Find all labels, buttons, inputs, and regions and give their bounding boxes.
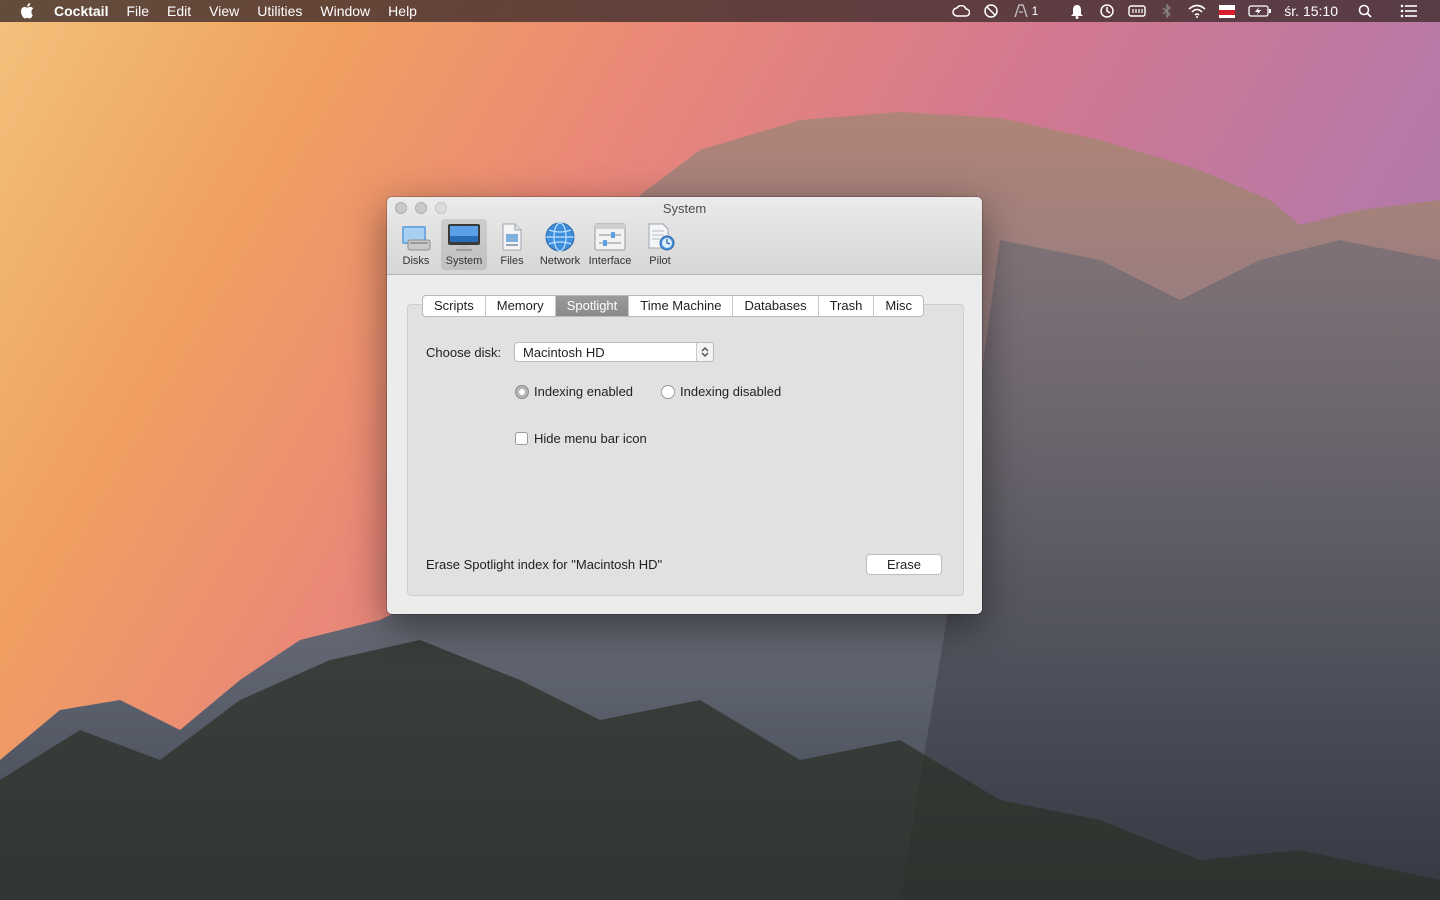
- tab-trash[interactable]: Trash: [819, 296, 875, 316]
- battery-icon[interactable]: [1248, 3, 1272, 19]
- system-icon: [447, 221, 481, 253]
- adobe-icon[interactable]: [1012, 3, 1030, 19]
- choose-disk-label: Choose disk:: [426, 345, 502, 360]
- disks-icon: [399, 221, 433, 253]
- network-icon: [543, 221, 577, 253]
- wifi-icon[interactable]: [1188, 3, 1206, 19]
- checkbox-box: [515, 432, 528, 445]
- status-area: 1 śr. 15:10: [951, 0, 1440, 22]
- tab-bar: Scripts Memory Spotlight Time Machine Da…: [422, 295, 925, 317]
- toolbar-system[interactable]: System: [441, 219, 487, 270]
- memory-icon[interactable]: [1128, 3, 1146, 19]
- radio-indexing-disabled-dot: [661, 384, 675, 399]
- creative-cloud-icon[interactable]: [951, 3, 970, 19]
- menu-file[interactable]: File: [126, 0, 149, 22]
- hide-menu-bar-icon-checkbox[interactable]: Hide menu bar icon: [515, 431, 647, 446]
- toolbar-disks-label: Disks: [402, 255, 430, 267]
- erase-spotlight-text: Erase Spotlight index for "Macintosh HD": [426, 557, 663, 572]
- input-source-flag-icon[interactable]: [1218, 3, 1236, 19]
- radio-indexing-disabled-label: Indexing disabled: [680, 384, 782, 399]
- menu-view[interactable]: View: [209, 0, 239, 22]
- pilot-icon: [643, 221, 677, 253]
- tab-spotlight[interactable]: Spotlight: [555, 296, 630, 316]
- tab-time-machine[interactable]: Time Machine: [629, 296, 734, 316]
- tab-misc[interactable]: Misc: [874, 296, 923, 316]
- disk-select[interactable]: Macintosh HD: [514, 342, 714, 362]
- time-machine-icon[interactable]: [1098, 3, 1116, 19]
- radio-indexing-enabled-label: Indexing enabled: [534, 384, 634, 399]
- menu-window[interactable]: Window: [320, 0, 370, 22]
- menu-app-name[interactable]: Cocktail: [54, 0, 108, 22]
- toolbar-disks[interactable]: Disks: [393, 219, 439, 270]
- toolbar-files[interactable]: Files: [489, 219, 535, 270]
- toolbar-system-label: System: [445, 255, 483, 267]
- window-titlebar[interactable]: System Disks System Files Network Interf…: [387, 197, 982, 275]
- toolbar-files-label: Files: [500, 255, 524, 267]
- toolbar-interface[interactable]: Interface: [585, 219, 635, 270]
- menubar-clock[interactable]: śr. 15:10: [1284, 3, 1338, 19]
- chevron-updown-icon: [696, 343, 713, 361]
- files-icon: [495, 221, 529, 253]
- status-badge-count: 1: [1031, 4, 1039, 18]
- menu-help[interactable]: Help: [388, 0, 417, 22]
- interface-icon: [593, 221, 627, 253]
- tab-scripts[interactable]: Scripts: [423, 296, 486, 316]
- tab-memory[interactable]: Memory: [486, 296, 556, 316]
- window-title: System: [662, 201, 707, 216]
- notification-bell-icon[interactable]: [1068, 3, 1086, 19]
- toolbar-interface-label: Interface: [588, 255, 632, 267]
- radio-indexing-disabled[interactable]: Indexing disabled: [661, 384, 781, 399]
- toolbar-pilot[interactable]: Pilot: [637, 219, 683, 270]
- hide-menu-bar-icon-label: Hide menu bar icon: [534, 431, 647, 446]
- menu-bar: Cocktail File Edit View Utilities Window…: [0, 0, 1440, 22]
- disk-select-value: Macintosh HD: [523, 345, 605, 360]
- preferences-toolbar: Disks System Files Network Interface Pil…: [393, 219, 685, 270]
- notification-center-icon[interactable]: [1400, 3, 1418, 19]
- tab-databases[interactable]: Databases: [733, 296, 819, 316]
- menu-utilities[interactable]: Utilities: [257, 0, 302, 22]
- do-not-disturb-icon[interactable]: [982, 3, 1000, 19]
- toolbar-pilot-label: Pilot: [649, 255, 671, 267]
- toolbar-network-label: Network: [539, 255, 581, 267]
- toolbar-network[interactable]: Network: [537, 219, 583, 270]
- apple-menu-icon[interactable]: [20, 3, 38, 19]
- radio-indexing-enabled[interactable]: Indexing enabled: [515, 384, 633, 399]
- menu-edit[interactable]: Edit: [167, 0, 191, 22]
- bluetooth-icon[interactable]: [1158, 3, 1176, 19]
- system-window: System Disks System Files Network Interf…: [387, 197, 982, 614]
- radio-indexing-enabled-dot: [515, 384, 529, 399]
- erase-button[interactable]: Erase: [866, 554, 942, 575]
- spotlight-search-icon[interactable]: [1356, 3, 1374, 19]
